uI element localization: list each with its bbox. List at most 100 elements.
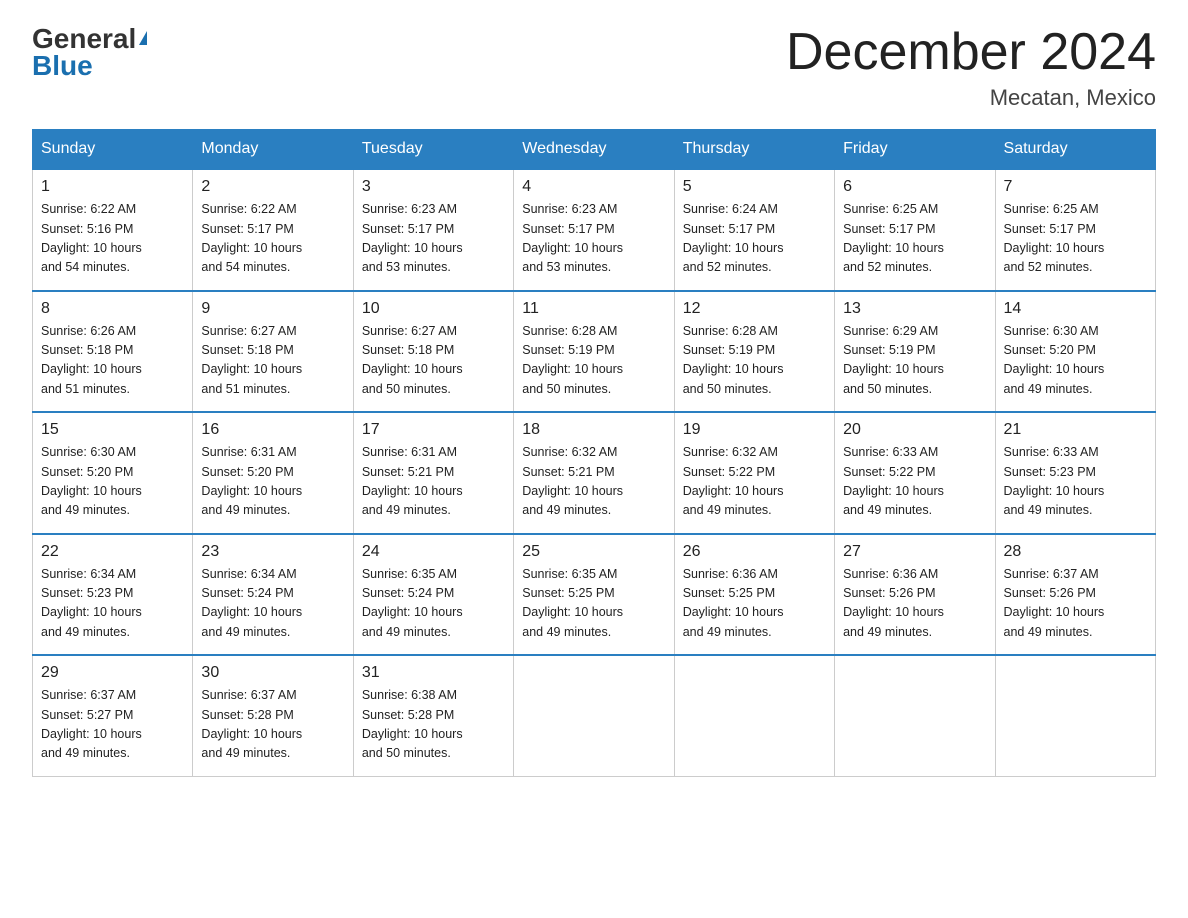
day-info: Sunrise: 6:36 AM Sunset: 5:26 PM Dayligh…	[843, 565, 986, 643]
day-info: Sunrise: 6:28 AM Sunset: 5:19 PM Dayligh…	[522, 322, 665, 400]
calendar-cell: 16 Sunrise: 6:31 AM Sunset: 5:20 PM Dayl…	[193, 412, 353, 534]
day-number: 20	[843, 421, 986, 439]
day-info: Sunrise: 6:37 AM Sunset: 5:26 PM Dayligh…	[1004, 565, 1147, 643]
day-number: 15	[41, 421, 184, 439]
day-number: 9	[201, 300, 344, 318]
day-info: Sunrise: 6:32 AM Sunset: 5:22 PM Dayligh…	[683, 443, 826, 521]
calendar-cell: 20 Sunrise: 6:33 AM Sunset: 5:22 PM Dayl…	[835, 412, 995, 534]
calendar-cell: 11 Sunrise: 6:28 AM Sunset: 5:19 PM Dayl…	[514, 291, 674, 413]
calendar-cell: 21 Sunrise: 6:33 AM Sunset: 5:23 PM Dayl…	[995, 412, 1155, 534]
day-number: 8	[41, 300, 184, 318]
logo-triangle-icon	[139, 31, 147, 45]
calendar-cell: 12 Sunrise: 6:28 AM Sunset: 5:19 PM Dayl…	[674, 291, 834, 413]
col-header-wednesday: Wednesday	[514, 130, 674, 170]
day-number: 13	[843, 300, 986, 318]
day-info: Sunrise: 6:34 AM Sunset: 5:24 PM Dayligh…	[201, 565, 344, 643]
col-header-saturday: Saturday	[995, 130, 1155, 170]
day-info: Sunrise: 6:35 AM Sunset: 5:24 PM Dayligh…	[362, 565, 505, 643]
day-number: 5	[683, 178, 826, 196]
day-number: 11	[522, 300, 665, 318]
title-area: December 2024 Mecatan, Mexico	[786, 24, 1156, 111]
day-info: Sunrise: 6:30 AM Sunset: 5:20 PM Dayligh…	[1004, 322, 1147, 400]
calendar-cell: 13 Sunrise: 6:29 AM Sunset: 5:19 PM Dayl…	[835, 291, 995, 413]
day-number: 2	[201, 178, 344, 196]
day-number: 16	[201, 421, 344, 439]
day-number: 27	[843, 543, 986, 561]
calendar-cell: 4 Sunrise: 6:23 AM Sunset: 5:17 PM Dayli…	[514, 169, 674, 291]
calendar-cell	[995, 655, 1155, 776]
calendar-cell: 1 Sunrise: 6:22 AM Sunset: 5:16 PM Dayli…	[33, 169, 193, 291]
location-title: Mecatan, Mexico	[786, 85, 1156, 111]
day-number: 6	[843, 178, 986, 196]
header-row: SundayMondayTuesdayWednesdayThursdayFrid…	[33, 130, 1156, 170]
day-info: Sunrise: 6:37 AM Sunset: 5:28 PM Dayligh…	[201, 686, 344, 764]
day-info: Sunrise: 6:23 AM Sunset: 5:17 PM Dayligh…	[522, 200, 665, 278]
calendar-cell: 7 Sunrise: 6:25 AM Sunset: 5:17 PM Dayli…	[995, 169, 1155, 291]
day-info: Sunrise: 6:35 AM Sunset: 5:25 PM Dayligh…	[522, 565, 665, 643]
header: General Blue December 2024 Mecatan, Mexi…	[32, 24, 1156, 111]
day-info: Sunrise: 6:36 AM Sunset: 5:25 PM Dayligh…	[683, 565, 826, 643]
calendar-cell: 24 Sunrise: 6:35 AM Sunset: 5:24 PM Dayl…	[353, 534, 513, 656]
day-info: Sunrise: 6:33 AM Sunset: 5:23 PM Dayligh…	[1004, 443, 1147, 521]
day-info: Sunrise: 6:31 AM Sunset: 5:20 PM Dayligh…	[201, 443, 344, 521]
day-number: 25	[522, 543, 665, 561]
calendar-cell: 8 Sunrise: 6:26 AM Sunset: 5:18 PM Dayli…	[33, 291, 193, 413]
calendar-cell	[514, 655, 674, 776]
day-info: Sunrise: 6:30 AM Sunset: 5:20 PM Dayligh…	[41, 443, 184, 521]
day-number: 4	[522, 178, 665, 196]
col-header-sunday: Sunday	[33, 130, 193, 170]
day-number: 1	[41, 178, 184, 196]
day-number: 14	[1004, 300, 1147, 318]
calendar-cell: 10 Sunrise: 6:27 AM Sunset: 5:18 PM Dayl…	[353, 291, 513, 413]
calendar-cell: 6 Sunrise: 6:25 AM Sunset: 5:17 PM Dayli…	[835, 169, 995, 291]
day-number: 26	[683, 543, 826, 561]
col-header-monday: Monday	[193, 130, 353, 170]
month-title: December 2024	[786, 24, 1156, 81]
calendar-cell: 28 Sunrise: 6:37 AM Sunset: 5:26 PM Dayl…	[995, 534, 1155, 656]
calendar-cell: 2 Sunrise: 6:22 AM Sunset: 5:17 PM Dayli…	[193, 169, 353, 291]
col-header-tuesday: Tuesday	[353, 130, 513, 170]
calendar-cell: 31 Sunrise: 6:38 AM Sunset: 5:28 PM Dayl…	[353, 655, 513, 776]
week-row-3: 15 Sunrise: 6:30 AM Sunset: 5:20 PM Dayl…	[33, 412, 1156, 534]
day-info: Sunrise: 6:27 AM Sunset: 5:18 PM Dayligh…	[362, 322, 505, 400]
calendar-cell	[835, 655, 995, 776]
calendar-cell: 19 Sunrise: 6:32 AM Sunset: 5:22 PM Dayl…	[674, 412, 834, 534]
day-number: 29	[41, 664, 184, 682]
calendar-cell: 14 Sunrise: 6:30 AM Sunset: 5:20 PM Dayl…	[995, 291, 1155, 413]
week-row-4: 22 Sunrise: 6:34 AM Sunset: 5:23 PM Dayl…	[33, 534, 1156, 656]
col-header-friday: Friday	[835, 130, 995, 170]
day-info: Sunrise: 6:23 AM Sunset: 5:17 PM Dayligh…	[362, 200, 505, 278]
day-number: 21	[1004, 421, 1147, 439]
calendar-cell: 23 Sunrise: 6:34 AM Sunset: 5:24 PM Dayl…	[193, 534, 353, 656]
calendar-cell: 3 Sunrise: 6:23 AM Sunset: 5:17 PM Dayli…	[353, 169, 513, 291]
day-info: Sunrise: 6:25 AM Sunset: 5:17 PM Dayligh…	[1004, 200, 1147, 278]
day-number: 7	[1004, 178, 1147, 196]
day-number: 23	[201, 543, 344, 561]
day-number: 31	[362, 664, 505, 682]
calendar-cell: 17 Sunrise: 6:31 AM Sunset: 5:21 PM Dayl…	[353, 412, 513, 534]
day-info: Sunrise: 6:32 AM Sunset: 5:21 PM Dayligh…	[522, 443, 665, 521]
day-number: 17	[362, 421, 505, 439]
day-info: Sunrise: 6:31 AM Sunset: 5:21 PM Dayligh…	[362, 443, 505, 521]
day-info: Sunrise: 6:37 AM Sunset: 5:27 PM Dayligh…	[41, 686, 184, 764]
day-number: 18	[522, 421, 665, 439]
day-number: 30	[201, 664, 344, 682]
col-header-thursday: Thursday	[674, 130, 834, 170]
day-number: 24	[362, 543, 505, 561]
day-number: 10	[362, 300, 505, 318]
calendar-table: SundayMondayTuesdayWednesdayThursdayFrid…	[32, 129, 1156, 777]
calendar-cell: 9 Sunrise: 6:27 AM Sunset: 5:18 PM Dayli…	[193, 291, 353, 413]
calendar-cell: 27 Sunrise: 6:36 AM Sunset: 5:26 PM Dayl…	[835, 534, 995, 656]
day-number: 28	[1004, 543, 1147, 561]
day-info: Sunrise: 6:28 AM Sunset: 5:19 PM Dayligh…	[683, 322, 826, 400]
calendar-cell: 30 Sunrise: 6:37 AM Sunset: 5:28 PM Dayl…	[193, 655, 353, 776]
day-info: Sunrise: 6:25 AM Sunset: 5:17 PM Dayligh…	[843, 200, 986, 278]
week-row-5: 29 Sunrise: 6:37 AM Sunset: 5:27 PM Dayl…	[33, 655, 1156, 776]
day-info: Sunrise: 6:24 AM Sunset: 5:17 PM Dayligh…	[683, 200, 826, 278]
day-info: Sunrise: 6:22 AM Sunset: 5:17 PM Dayligh…	[201, 200, 344, 278]
day-info: Sunrise: 6:33 AM Sunset: 5:22 PM Dayligh…	[843, 443, 986, 521]
day-number: 3	[362, 178, 505, 196]
calendar-cell: 18 Sunrise: 6:32 AM Sunset: 5:21 PM Dayl…	[514, 412, 674, 534]
day-info: Sunrise: 6:29 AM Sunset: 5:19 PM Dayligh…	[843, 322, 986, 400]
day-number: 12	[683, 300, 826, 318]
